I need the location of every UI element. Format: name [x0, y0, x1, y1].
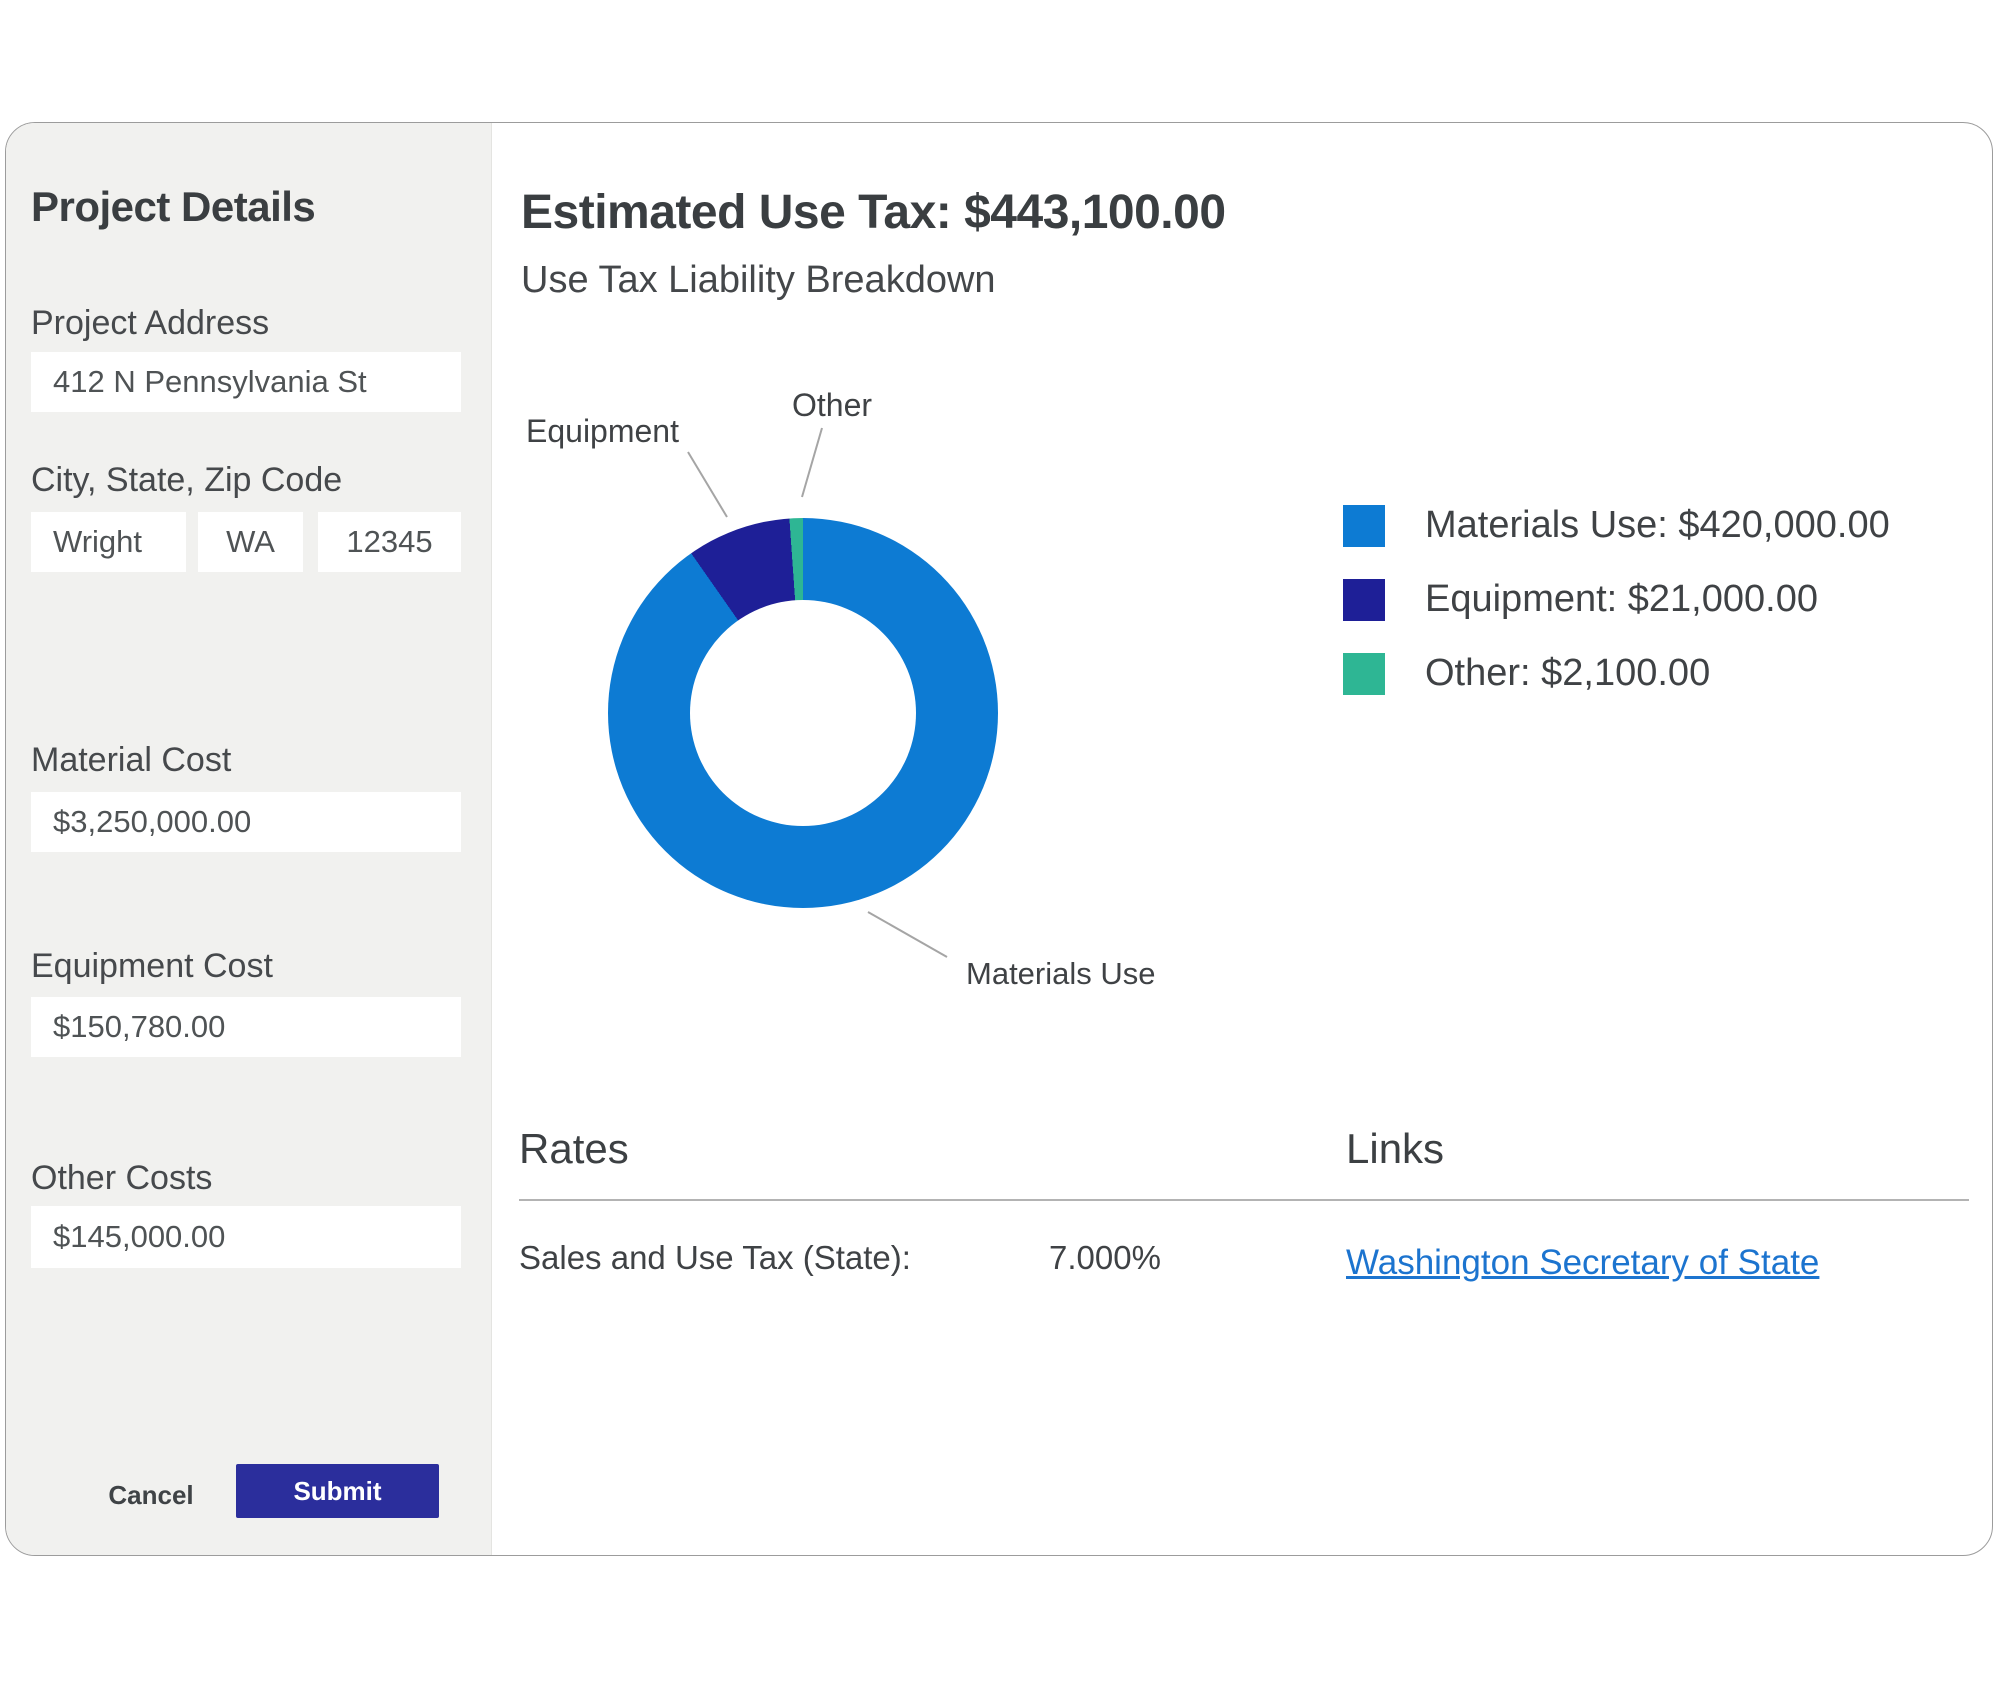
material-cost-label: Material Cost — [31, 741, 231, 780]
city-state-zip-label: City, State, Zip Code — [31, 461, 342, 500]
legend-swatch — [1343, 505, 1385, 547]
equipment-cost-label: Equipment Cost — [31, 947, 273, 986]
callout-equipment-label: Equipment — [526, 413, 679, 450]
chart-subtitle: Use Tax Liability Breakdown — [521, 259, 996, 302]
legend-row: Other: $2,100.00 — [1343, 652, 1890, 695]
legend-label: Materials Use: $420,000.00 — [1425, 504, 1890, 547]
chart-legend: Materials Use: $420,000.00 Equipment: $2… — [1343, 504, 1890, 726]
legend-row: Equipment: $21,000.00 — [1343, 578, 1890, 621]
city-input[interactable] — [31, 512, 186, 572]
other-costs-label: Other Costs — [31, 1159, 212, 1198]
legend-label: Other: $2,100.00 — [1425, 652, 1710, 695]
page-title: Estimated Use Tax: $443,100.00 — [521, 185, 1226, 240]
links-section-title: Links — [1346, 1125, 1444, 1173]
calculator-card: Project Details Project Address City, St… — [5, 122, 1993, 1556]
legend-label: Equipment: $21,000.00 — [1425, 578, 1818, 621]
project-details-sidebar: Project Details Project Address City, St… — [6, 123, 492, 1555]
section-divider — [519, 1199, 1969, 1201]
sales-use-tax-label: Sales and Use Tax (State): — [519, 1239, 911, 1277]
donut-hole — [690, 600, 916, 826]
submit-button[interactable]: Submit — [236, 1464, 439, 1518]
rates-section-title: Rates — [519, 1125, 629, 1173]
tax-calculator-page: Project Details Project Address City, St… — [0, 0, 2000, 1688]
wa-secretary-of-state-link[interactable]: Washington Secretary of State — [1346, 1243, 1819, 1283]
legend-swatch — [1343, 579, 1385, 621]
project-address-input[interactable] — [31, 352, 461, 412]
equipment-cost-input[interactable] — [31, 997, 461, 1057]
legend-row: Materials Use: $420,000.00 — [1343, 504, 1890, 547]
sidebar-title: Project Details — [31, 183, 315, 231]
state-input[interactable] — [198, 512, 303, 572]
callout-other-label: Other — [792, 387, 872, 424]
cancel-button[interactable]: Cancel — [86, 1471, 216, 1519]
zip-code-input[interactable] — [318, 512, 461, 572]
legend-swatch — [1343, 653, 1385, 695]
material-cost-input[interactable] — [31, 792, 461, 852]
sales-use-tax-rate: 7.000% — [1049, 1239, 1161, 1277]
other-costs-input[interactable] — [31, 1206, 461, 1268]
callout-materials-label: Materials Use — [966, 956, 1156, 992]
donut-chart — [608, 518, 998, 908]
project-address-label: Project Address — [31, 304, 269, 343]
